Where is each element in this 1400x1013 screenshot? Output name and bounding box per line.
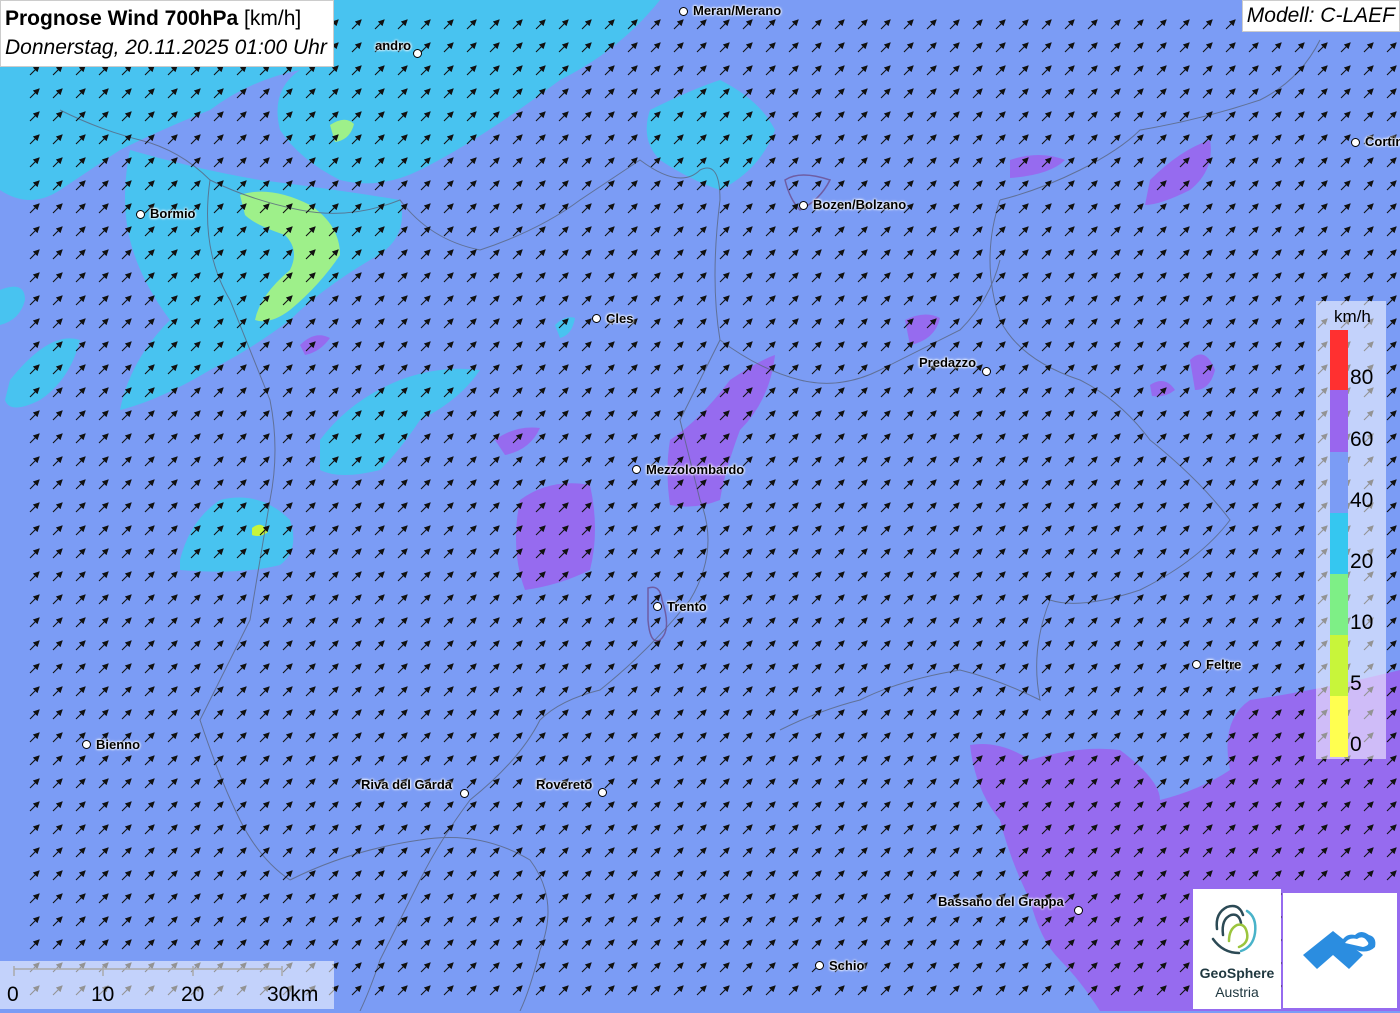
- scale-bar: 0 10 20 30km: [0, 961, 334, 1009]
- legend-swatch-60: [1330, 390, 1348, 452]
- app-logo[interactable]: [1283, 893, 1397, 1008]
- map-title: Prognose Wind 700hPa [km/h]: [5, 7, 302, 30]
- city-label-bolzano: Bozen/Bolzano: [813, 197, 907, 212]
- legend-label-5: 5: [1350, 672, 1362, 695]
- city-dot: [136, 210, 145, 219]
- geosphere-logo[interactable]: GeoSphere Austria: [1193, 889, 1281, 1009]
- legend-label-60: 60: [1350, 428, 1374, 451]
- geosphere-emblem-icon: [1211, 904, 1257, 955]
- forecast-date: Donnerstag, 20.11.2025 01:00 Uhr: [5, 36, 327, 59]
- city-label-mezzolombardo: Mezzolombardo: [646, 462, 745, 477]
- legend-label-40: 40: [1350, 489, 1374, 512]
- city-label-cles: Cles: [606, 311, 634, 326]
- geosphere-text: GeoSphere: [1199, 965, 1275, 981]
- map-title-box: Prognose Wind 700hPa [km/h] Donnerstag, …: [0, 0, 334, 67]
- city-dot: [632, 465, 641, 474]
- scale-label-30: 30km: [267, 983, 319, 1006]
- city-dot: [598, 788, 607, 797]
- city-label-sondrio: andro: [375, 38, 412, 53]
- city-dot: [679, 7, 688, 16]
- city-label-trento: Trento: [667, 599, 707, 614]
- city-label-bormio: Bormio: [150, 206, 196, 221]
- city-label-bassano: Bassano del Grappa: [938, 894, 1064, 909]
- city-dot: [460, 789, 469, 798]
- legend-label-20: 20: [1350, 550, 1374, 573]
- city-label-feltre: Feltre: [1206, 657, 1242, 672]
- city-dot: [413, 49, 422, 58]
- model-label: Modell: C-LAEF: [1241, 0, 1400, 32]
- city-label-meran: Meran/Merano: [693, 3, 782, 18]
- city-dot: [1074, 906, 1083, 915]
- city-dot: [1351, 138, 1360, 147]
- legend-label-0: 0: [1350, 733, 1362, 756]
- city-label-riva: Riva del Garda: [361, 777, 453, 792]
- legend-swatch-0: [1330, 696, 1348, 757]
- color-legend: km/h 80 60 40 20 10 5 0: [1316, 301, 1386, 759]
- map-unit: [km/h]: [244, 7, 302, 30]
- legend-label-80: 80: [1350, 366, 1374, 389]
- city-dot: [1192, 660, 1201, 669]
- city-dot: [982, 367, 991, 376]
- legend-swatch-5: [1330, 635, 1348, 696]
- cloud-house-icon: [1303, 931, 1376, 969]
- city-label-schio: Schio: [829, 958, 865, 973]
- city-dot: [82, 740, 91, 749]
- legend-swatch-10: [1330, 574, 1348, 635]
- legend-label-10: 10: [1350, 611, 1374, 634]
- city-label-predazzo: Predazzo: [919, 355, 977, 370]
- city-label-rovereto: Rovereto: [536, 777, 593, 792]
- wind-map[interactable]: [0, 0, 1400, 1011]
- scale-label-0: 0: [7, 983, 19, 1006]
- geosphere-subtext: Austria: [1215, 984, 1259, 1000]
- scale-label-20: 20: [181, 983, 205, 1006]
- city-label-cortina: Cortin: [1365, 134, 1400, 149]
- city-dot: [653, 602, 662, 611]
- city-label-bienno: Bienno: [96, 737, 141, 752]
- legend-swatch-80: [1330, 330, 1348, 390]
- city-dot: [799, 201, 808, 210]
- scale-label-10: 10: [91, 983, 115, 1006]
- city-dot: [592, 314, 601, 323]
- legend-swatch-20: [1330, 513, 1348, 574]
- city-dot: [815, 961, 824, 970]
- legend-swatch-40: [1330, 452, 1348, 513]
- legend-unit: km/h: [1334, 307, 1371, 326]
